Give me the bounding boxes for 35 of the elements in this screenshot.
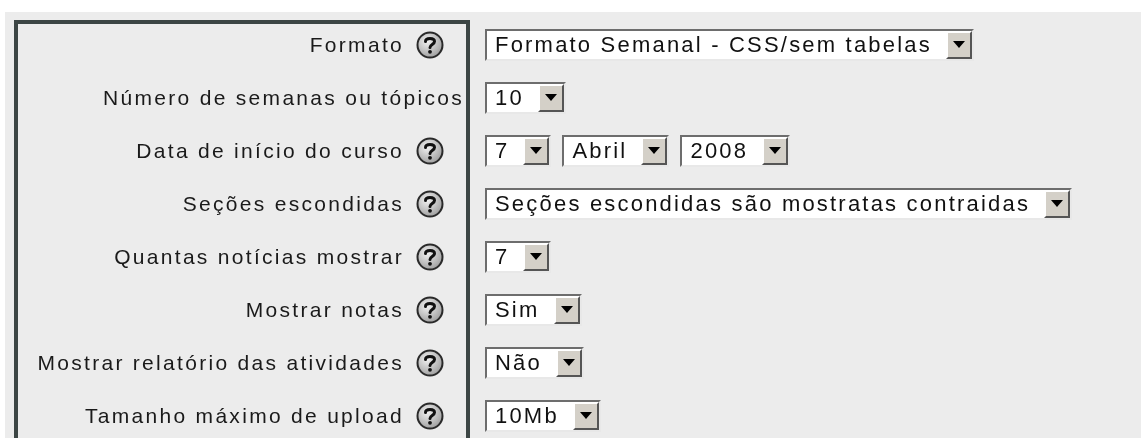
field-label: Formato [309, 32, 404, 57]
help-icon[interactable] [416, 401, 444, 430]
help-icon[interactable] [416, 295, 444, 324]
field-label: Mostrar relatório das atividades [37, 350, 404, 375]
dropdown[interactable]: Seções escondidas são mostratas contraidas [485, 187, 1073, 220]
field-label: Número de semanas ou tópicos [103, 85, 464, 110]
help-icon[interactable] [416, 30, 444, 59]
dropdown[interactable]: Abril [562, 134, 670, 167]
caret-icon [648, 147, 661, 154]
caret-icon [952, 41, 965, 48]
help-icon[interactable] [416, 189, 444, 218]
caret-icon [579, 412, 592, 419]
dropdown[interactable]: 10Mb [485, 399, 601, 432]
dropdown[interactable]: Não [485, 346, 584, 379]
help-icon[interactable] [416, 348, 444, 377]
help-icon[interactable] [416, 242, 444, 271]
field-label: Mostrar notas [245, 297, 404, 322]
dropdown[interactable]: Sim [485, 293, 582, 326]
help-icon[interactable] [416, 136, 444, 165]
caret-icon [562, 359, 575, 366]
caret-icon [544, 94, 557, 101]
field-label: Seções escondidas [182, 191, 404, 216]
dropdown[interactable]: 7 [485, 240, 552, 273]
caret-icon [769, 147, 782, 154]
field-label: Quantas notícias mostrar [114, 244, 404, 269]
caret-icon [530, 253, 543, 260]
caret-icon [530, 147, 543, 154]
dropdown[interactable]: Formato Semanal - CSS/sem tabelas [485, 28, 974, 61]
caret-icon [560, 306, 573, 313]
field-label: Data de início do curso [136, 138, 404, 163]
dropdown[interactable]: 10 [485, 81, 566, 114]
field-label: Tamanho máximo de upload [84, 403, 404, 428]
dropdown[interactable]: 2008 [680, 134, 791, 167]
caret-icon [1051, 200, 1064, 207]
dropdown[interactable]: 7 [485, 134, 552, 167]
